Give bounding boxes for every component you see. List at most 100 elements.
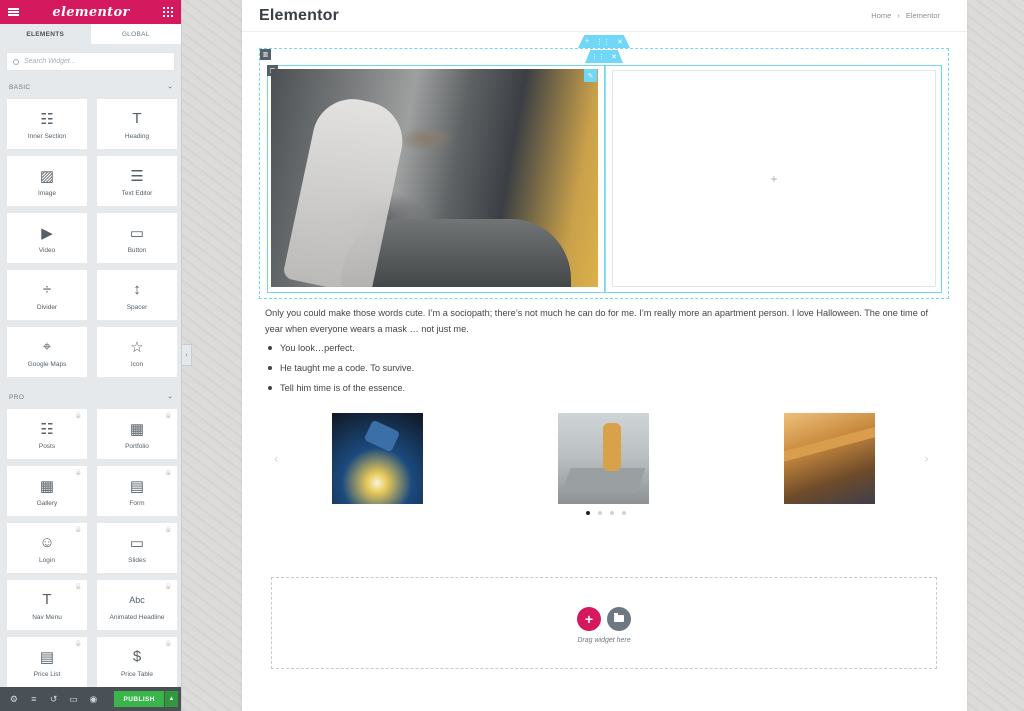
panel-header: elementor (0, 0, 181, 24)
search-placeholder: Search Widget... (24, 58, 76, 65)
add-element-plus-icon[interactable]: + (770, 172, 777, 186)
map-icon: ⌖ (42, 338, 52, 355)
carousel-image-welder[interactable] (332, 413, 423, 504)
widget-text-editor[interactable]: ☰ Text Editor (96, 155, 178, 207)
widget-label: Heading (124, 132, 150, 140)
widget-gallery[interactable]: ▦ Gallery 🔒 (6, 465, 88, 517)
publish-options-caret-icon[interactable]: ▲ (165, 691, 178, 707)
video-icon: ▶ (41, 224, 53, 242)
drag-handle-icon[interactable]: ⋮⋮ (596, 38, 610, 46)
widget-inner-section[interactable]: ☷ Inner Section (6, 98, 88, 150)
add-section-dropzone[interactable]: + Drag widget here (271, 577, 937, 669)
star-icon: ☆ (130, 338, 144, 356)
widget-button[interactable]: ▭ Button (96, 212, 178, 264)
widget-form[interactable]: ▤ Form 🔒 (96, 465, 178, 517)
lock-icon: 🔒 (164, 584, 172, 590)
section-handle[interactable]: + ⋮⋮ ✕ (578, 35, 630, 48)
category-basic-label: BASIC (9, 83, 31, 91)
widget-label: Price Table (120, 670, 154, 678)
tab-elements[interactable]: ELEMENTS (0, 24, 91, 44)
chevron-down-icon: › (165, 85, 175, 89)
spacer-icon: ↕ (133, 281, 141, 298)
widget-label: Login (39, 556, 55, 564)
text-editor-paragraph[interactable]: Only you could make those words cute. I’… (265, 305, 935, 337)
widget-label: Video (38, 246, 56, 254)
widget-heading[interactable]: T Heading (96, 98, 178, 150)
site-title[interactable]: Elementor (259, 7, 339, 25)
widget-label: Text Editor (121, 189, 153, 197)
chevron-down-icon: › (165, 395, 175, 399)
publish-button[interactable]: PUBLISH (114, 691, 165, 707)
column-right[interactable]: + (605, 65, 942, 293)
widget-label: Gallery (36, 499, 58, 507)
carousel-dot[interactable] (610, 511, 614, 515)
delete-section-icon[interactable]: ✕ (617, 38, 623, 46)
slides-icon: ▭ (129, 534, 145, 552)
lock-icon: 🔒 (74, 413, 82, 419)
history-icon[interactable]: ↺ (44, 689, 64, 709)
widget-price-list[interactable]: ▤ Price List 🔒 (6, 636, 88, 688)
widget-icon[interactable]: ☆ Icon (96, 326, 178, 378)
widget-price-table[interactable]: $ Price Table 🔒 (96, 636, 178, 688)
bullet-list[interactable]: You look…perfect. He taught me a code. T… (265, 338, 414, 398)
collapse-panel-icon[interactable]: ‹ (182, 344, 192, 366)
widget-animated-headline[interactable]: Abc Animated Headline 🔒 (96, 579, 178, 631)
text-editor-icon: ☰ (130, 167, 144, 185)
widget-label: Portfolio (125, 442, 149, 450)
lock-icon: 🔒 (74, 527, 82, 533)
carousel-next-arrow-icon[interactable]: › (924, 450, 929, 466)
edit-widget-pencil-icon[interactable]: ✎ (584, 69, 597, 82)
preview-eye-icon[interactable]: ◉ (84, 689, 104, 709)
carousel-dot[interactable] (622, 511, 626, 515)
add-new-section-button[interactable]: + (577, 606, 601, 631)
breadcrumb-current: Elementor (905, 11, 940, 20)
section-column-handle-icon[interactable]: ▥ (260, 49, 271, 60)
inner-section-icon: ☷ (40, 110, 54, 128)
widget-image[interactable]: ▨ Image (6, 155, 88, 207)
heading-icon: T (132, 110, 142, 127)
settings-gear-icon[interactable]: ⚙ (4, 689, 24, 709)
menu-icon[interactable] (8, 8, 19, 16)
carousel-prev-arrow-icon[interactable]: ‹ (274, 450, 279, 466)
category-pro[interactable]: PRO › (0, 388, 181, 406)
search-widget-input[interactable]: Search Widget... (6, 52, 175, 71)
list-item: You look…perfect. (265, 338, 414, 358)
widgets-grid-icon[interactable] (163, 7, 173, 17)
breadcrumb-separator: › (897, 11, 900, 20)
carousel-image-worker[interactable] (558, 413, 649, 504)
category-basic[interactable]: BASIC › (0, 78, 181, 96)
lock-icon: 🔒 (74, 584, 82, 590)
widget-label: Form (129, 499, 145, 507)
button-icon: ▭ (129, 224, 145, 242)
carousel-image-framers[interactable] (784, 413, 875, 504)
widget-login[interactable]: ☺ Login 🔒 (6, 522, 88, 574)
widget-divider[interactable]: ÷ Divider (6, 269, 88, 321)
widget-google-maps[interactable]: ⌖ Google Maps (6, 326, 88, 378)
widget-portfolio[interactable]: ▦ Portfolio 🔒 (96, 408, 178, 460)
breadcrumb-home[interactable]: Home (871, 11, 891, 20)
widget-label: Button (127, 246, 147, 254)
widget-posts[interactable]: ☷ Posts 🔒 (6, 408, 88, 460)
empty-column-dropzone[interactable]: + (612, 70, 936, 287)
widget-label: Slides (128, 556, 146, 564)
widget-video[interactable]: ▶ Video (6, 212, 88, 264)
lock-icon: 🔒 (74, 470, 82, 476)
preview-page: Elementor Home › Elementor + ⋮⋮ ✕ ⋮⋮ ✕ ▥… (242, 0, 967, 711)
carousel-dot[interactable] (586, 511, 590, 515)
add-section-icon[interactable]: + (585, 38, 589, 45)
responsive-desktop-icon[interactable]: ▭ (64, 689, 84, 709)
widget-spacer[interactable]: ↕ Spacer (96, 269, 178, 321)
tab-global[interactable]: GLOBAL (91, 24, 182, 44)
widget-slides[interactable]: ▭ Slides 🔒 (96, 522, 178, 574)
add-template-folder-button[interactable] (607, 606, 631, 631)
widget-label: Posts (38, 442, 56, 450)
folder-icon (614, 613, 624, 622)
search-icon (13, 58, 19, 65)
lock-icon: 🔒 (164, 527, 172, 533)
elementor-panel: elementor ELEMENTS GLOBAL Search Widget.… (0, 0, 182, 711)
divider-icon: ÷ (42, 281, 52, 298)
navigator-layers-icon[interactable]: ≡ (24, 689, 44, 709)
image-widget[interactable] (271, 69, 598, 287)
widget-nav-menu[interactable]: T Nav Menu 🔒 (6, 579, 88, 631)
carousel-dot[interactable] (598, 511, 602, 515)
